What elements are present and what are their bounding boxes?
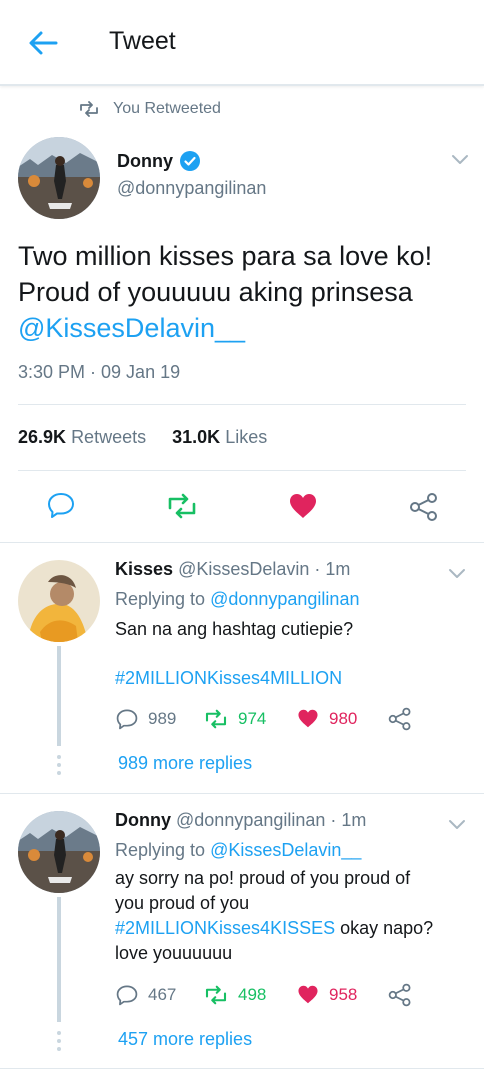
retweeted-label: You Retweeted — [113, 100, 221, 117]
tweet-text-line: Two million kisses para sa love ko! — [18, 241, 433, 271]
retweet-icon — [205, 709, 227, 729]
chevron-down-icon — [449, 569, 465, 578]
like-button[interactable]: 958 — [297, 984, 357, 1005]
hashtag-line: #2MILLIONKisses4MILLION — [115, 666, 460, 691]
hashtag-link[interactable]: #2MILLIONKisses4MILLION — [115, 668, 342, 688]
retweet-icon — [205, 985, 227, 1005]
share-button[interactable] — [388, 983, 412, 1007]
page-title: Tweet — [109, 27, 176, 55]
replying-label: Replying to — [115, 840, 206, 860]
reply-author-handle[interactable]: @donnypangilinan — [176, 810, 325, 830]
reply-time: · 1m — [314, 559, 351, 579]
avatar[interactable] — [18, 811, 100, 893]
reply-author-handle[interactable]: @KissesDelavin — [178, 559, 309, 579]
retweets-count: 26.9K — [18, 427, 67, 447]
retweet-indicator: You Retweeted — [79, 100, 221, 118]
share-icon — [388, 983, 411, 1007]
divider — [0, 542, 484, 543]
replying-to-link[interactable]: @KissesDelavin__ — [210, 840, 361, 860]
heart-icon — [298, 709, 318, 728]
retweets-label: Retweets — [71, 427, 147, 447]
reply-count: 989 — [148, 709, 177, 728]
reply-author-line: Donny @donnypangilinan · 1m — [115, 810, 366, 831]
divider — [18, 404, 466, 405]
replying-label: Replying to — [115, 589, 206, 609]
reply-author-name[interactable]: Donny — [115, 810, 171, 830]
app-header: Tweet — [0, 0, 484, 86]
reply-button[interactable] — [47, 491, 75, 524]
arrow-left-icon — [29, 31, 58, 55]
retweets-stat[interactable]: 26.9K Retweets — [18, 427, 146, 447]
reply-text-fragment: okay napo? — [335, 918, 434, 938]
author-name[interactable]: Donny — [117, 150, 201, 172]
tweet-text: Two million kisses para sa love ko! Prou… — [18, 238, 468, 346]
divider — [0, 793, 484, 794]
avatar[interactable] — [18, 137, 100, 219]
replying-to: Replying to @donnypangilinan — [115, 589, 359, 610]
heart-icon — [290, 494, 316, 518]
more-replies-link[interactable]: 989 more replies — [118, 753, 252, 774]
retweet-icon — [168, 493, 196, 519]
reply-text-line: you proud of you — [115, 893, 250, 913]
like-button[interactable]: 980 — [297, 708, 357, 729]
tweet-menu-caret[interactable] — [450, 152, 470, 171]
retweet-button[interactable]: 974 — [204, 708, 266, 730]
share-button[interactable] — [388, 707, 412, 731]
kisses-avatar-photo — [18, 560, 100, 642]
reply-text-line: love youuuuuu — [115, 943, 233, 963]
more-replies-link[interactable]: 457 more replies — [118, 1029, 252, 1050]
reply-time: · 1m — [330, 810, 367, 830]
donny-avatar-photo — [18, 137, 100, 219]
divider — [0, 1068, 484, 1069]
reply-button[interactable]: 467 — [116, 984, 176, 1006]
thread-dots — [56, 755, 62, 779]
retweet-icon — [80, 101, 98, 117]
like-count: 958 — [329, 984, 358, 1004]
tweet-text-line: Proud of youuuuu aking prinsesa — [18, 277, 413, 307]
reply-count: 467 — [148, 985, 177, 1004]
reply-icon — [48, 493, 74, 518]
replying-to: Replying to @KissesDelavin__ — [115, 840, 361, 861]
reply-text-line: ay sorry na po! proud of you proud of — [115, 868, 411, 888]
share-button[interactable] — [409, 492, 439, 527]
share-icon — [388, 707, 411, 731]
likes-label: Likes — [225, 427, 268, 447]
replying-to-link[interactable]: @donnypangilinan — [210, 589, 359, 609]
divider — [18, 470, 466, 471]
reply-icon — [116, 709, 138, 730]
hashtag-link[interactable]: #2MILLIONKisses4KISSES — [115, 918, 335, 938]
like-button[interactable] — [288, 492, 318, 525]
chevron-down-icon — [452, 155, 468, 164]
reply-text: San na ang hashtag cutiepie? — [115, 619, 354, 639]
reply-button[interactable]: 989 — [116, 708, 176, 730]
reply-icon — [116, 985, 138, 1006]
heart-icon — [298, 985, 318, 1004]
mention-link[interactable]: @KissesDelavin__ — [18, 310, 468, 346]
thread-line — [57, 897, 61, 1022]
retweet-button[interactable] — [166, 492, 198, 525]
likes-count: 31.0K — [172, 427, 221, 447]
reply-menu-caret[interactable] — [447, 817, 467, 836]
donny-avatar-photo — [18, 811, 100, 893]
tweet-timestamp: 3:30 PM · 09 Jan 19 — [18, 362, 181, 382]
author-handle[interactable]: @donnypangilinan — [117, 178, 266, 199]
verified-badge-icon — [180, 151, 200, 171]
retweet-count: 974 — [238, 709, 267, 728]
reply-author-line: Kisses @KissesDelavin · 1m — [115, 559, 350, 580]
thread-dots — [56, 1031, 62, 1055]
reply-text-line: #2MILLIONKisses4KISSES okay napo? — [115, 916, 460, 941]
retweet-count: 498 — [238, 985, 267, 1004]
avatar[interactable] — [18, 560, 100, 642]
tweet-stats: 26.9K Retweets 31.0K Likes — [18, 427, 267, 448]
back-button[interactable] — [26, 28, 60, 58]
like-count: 980 — [329, 708, 358, 728]
reply-text: ay sorry na po! proud of you proud of yo… — [115, 866, 460, 966]
share-icon — [410, 493, 437, 521]
retweet-button[interactable]: 498 — [204, 984, 266, 1006]
thread-line — [57, 646, 61, 746]
likes-stat[interactable]: 31.0K Likes — [172, 427, 267, 447]
reply-author-name[interactable]: Kisses — [115, 559, 173, 579]
reply-menu-caret[interactable] — [447, 566, 467, 585]
chevron-down-icon — [449, 820, 465, 829]
